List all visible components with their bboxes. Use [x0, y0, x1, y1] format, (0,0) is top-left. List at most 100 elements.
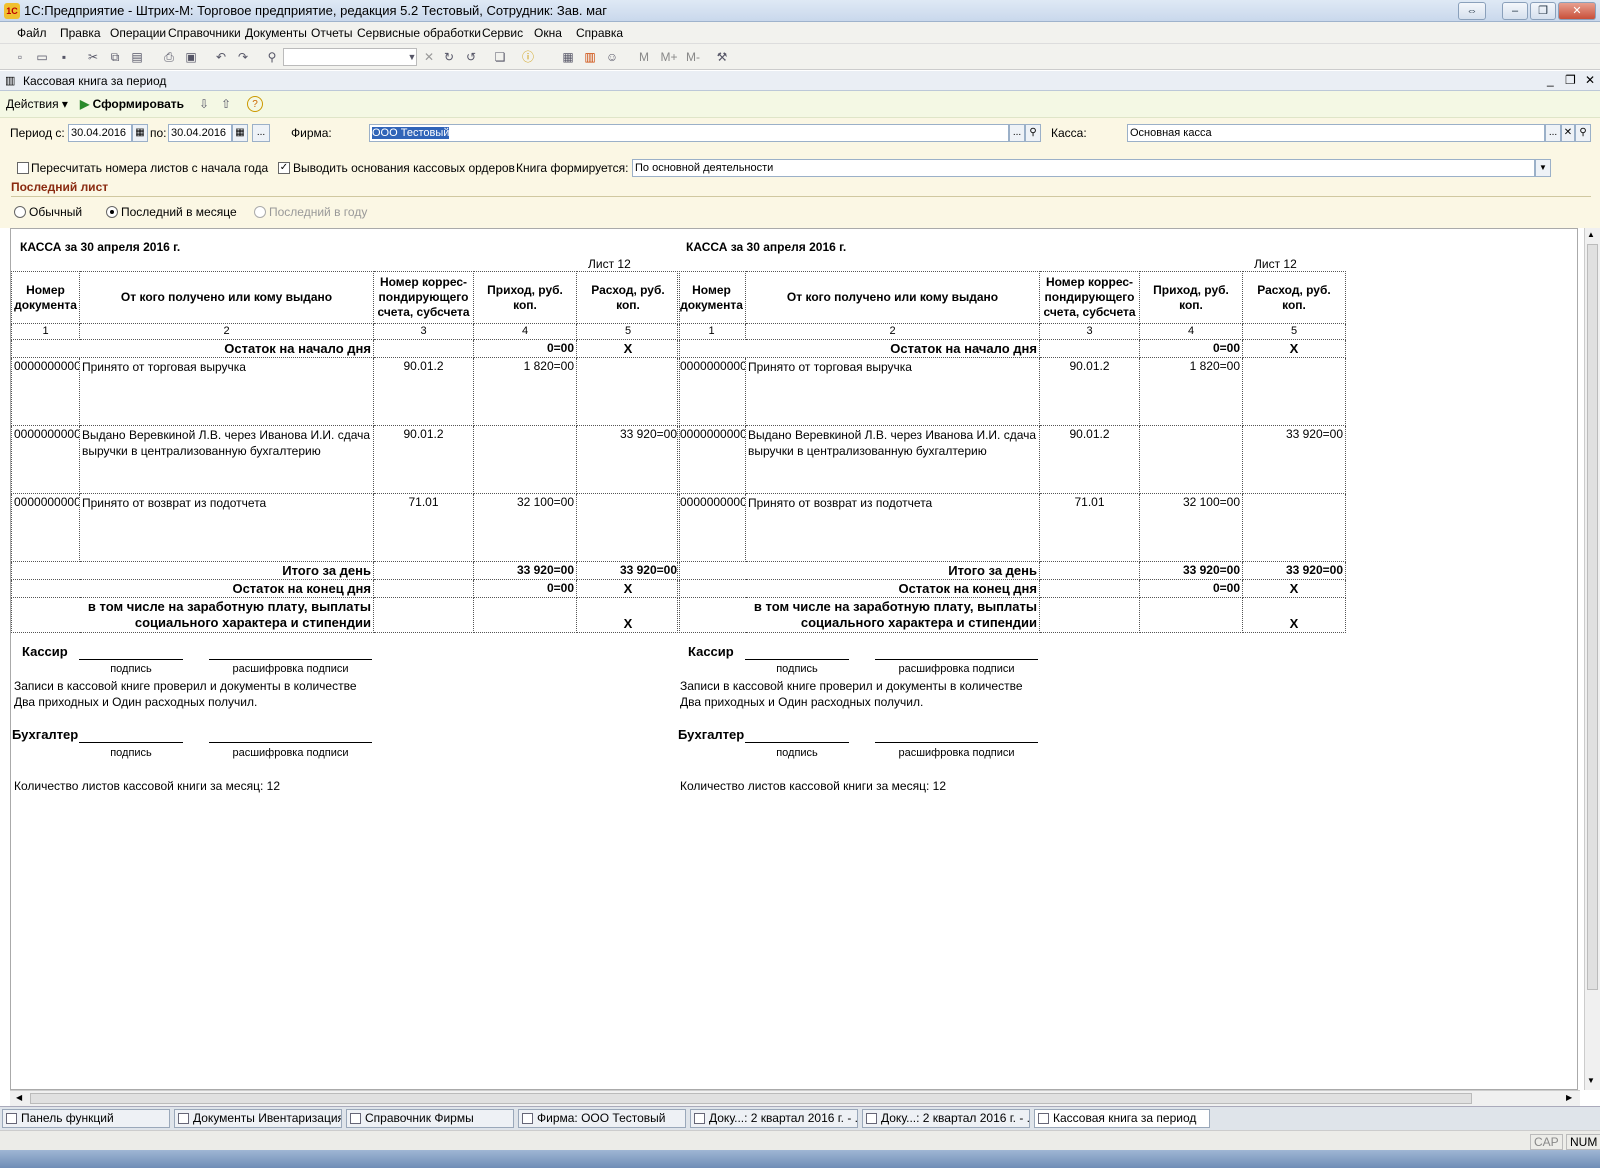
doc-number-cell: 000000000000 — [11, 357, 80, 426]
horizontal-scrollbar[interactable]: ◀ ▶ — [10, 1090, 1580, 1106]
calculator-icon[interactable]: ▦ — [560, 49, 576, 65]
search-combo-input[interactable] — [283, 48, 417, 66]
generate-button[interactable]: ▶ Сформировать — [80, 97, 184, 111]
play-icon: ▶ — [80, 97, 90, 111]
kassa-input[interactable]: Основная касса — [1127, 124, 1545, 142]
info-icon[interactable]: ⓘ — [520, 49, 536, 65]
save-icon[interactable]: ▪ — [56, 49, 72, 65]
firm-search-icon[interactable]: ⚲ — [1025, 124, 1041, 142]
radio-last-in-year[interactable] — [254, 206, 266, 218]
scroll-up-icon[interactable]: ▲ — [1587, 230, 1595, 239]
account-cell: 90.01.2 — [373, 425, 474, 494]
memory-button[interactable]: M — [636, 49, 652, 65]
chevron-down-icon[interactable]: ▼ — [404, 49, 420, 65]
kassa-search-icon[interactable]: ⚲ — [1575, 124, 1591, 142]
period-to-label: по: — [150, 126, 167, 140]
clear-icon[interactable]: ✕ — [421, 49, 437, 65]
tab-functions-panel[interactable]: Панель функций — [2, 1109, 170, 1128]
doc-number-cell: 000000000000 — [677, 425, 746, 494]
chevron-down-icon[interactable]: ▼ — [1535, 159, 1551, 177]
from-whom-cell: Выдано Веревкиной Л.В. через Иванова И.И… — [745, 425, 1040, 494]
firm-select-button[interactable]: ... — [1009, 124, 1025, 142]
catalog-icon — [350, 1113, 361, 1124]
print-preview-icon[interactable]: ▣ — [183, 49, 199, 65]
firm-input[interactable]: ООО Тестовый — [369, 124, 1009, 142]
print-icon[interactable]: ⎙ — [161, 49, 177, 65]
menu-reports[interactable]: Отчеты — [311, 26, 352, 40]
memory-minus-button[interactable]: M- — [682, 49, 704, 65]
users-icon[interactable]: ☺ — [604, 49, 620, 65]
tab-doc-quarter-1[interactable]: Доку...: 2 квартал 2016 г. - ... — [690, 1109, 858, 1128]
windows-icon[interactable]: ❏ — [492, 49, 508, 65]
expense-cell: 33 920=00 — [1242, 425, 1346, 494]
scroll-thumb[interactable] — [1587, 244, 1598, 990]
menu-operations[interactable]: Операции — [110, 26, 166, 40]
doc-restore-icon[interactable]: ❐ — [1565, 73, 1576, 87]
find-prev-icon[interactable]: ↺ — [463, 49, 479, 65]
scroll-down-icon[interactable]: ▼ — [1587, 1076, 1595, 1085]
calendar-picker-icon[interactable]: ▦ — [232, 124, 248, 142]
menu-documents[interactable]: Документы — [245, 26, 307, 40]
open-folder-icon[interactable]: ▭ — [34, 49, 50, 65]
period-select-button[interactable]: ... — [252, 124, 270, 142]
num-lock-indicator: NUM — [1566, 1134, 1600, 1150]
tab-cash-book[interactable]: Кассовая книга за период — [1034, 1109, 1210, 1128]
menu-edit[interactable]: Правка — [60, 26, 101, 40]
copy-icon[interactable]: ⧉ — [107, 49, 123, 65]
scroll-right-icon[interactable]: ▶ — [1566, 1093, 1572, 1102]
search-icon[interactable]: ⚲ — [264, 49, 280, 65]
restore-layout-icon[interactable]: ⇔ — [1458, 2, 1486, 20]
calendar-icon[interactable]: ▥ — [582, 49, 598, 65]
scroll-left-icon[interactable]: ◀ — [16, 1093, 22, 1102]
kassa-select-button[interactable]: ... — [1545, 124, 1561, 142]
radio-last-in-month[interactable] — [106, 206, 118, 218]
scroll-thumb[interactable] — [30, 1093, 1472, 1104]
new-document-icon[interactable]: ▫ — [12, 49, 28, 65]
tab-doc-quarter-2[interactable]: Доку...: 2 квартал 2016 г. - ... — [862, 1109, 1030, 1128]
renumber-checkbox[interactable] — [17, 162, 29, 174]
minimize-button[interactable]: – — [1502, 2, 1528, 20]
document-icon — [866, 1113, 877, 1124]
salary-expense: X — [576, 597, 680, 633]
doc-minimize-icon[interactable]: _ — [1547, 73, 1554, 87]
period-from-input[interactable]: 30.04.2016 — [68, 124, 132, 142]
actions-menu-button[interactable]: Действия ▾ — [6, 97, 68, 111]
radio-normal[interactable] — [14, 206, 26, 218]
tools-icon[interactable]: ⚒ — [714, 49, 730, 65]
day-total-label: Итого за день — [677, 561, 1040, 580]
menu-help[interactable]: Справка — [576, 26, 623, 40]
book-select[interactable]: По основной деятельности — [632, 159, 1535, 177]
settings-icon[interactable]: ⇧ — [218, 96, 234, 112]
tab-firms-catalog[interactable]: Справочник Фирмы — [346, 1109, 514, 1128]
salary-expense: X — [1242, 597, 1346, 633]
show-basis-checkbox[interactable]: ✓ — [278, 162, 290, 174]
table-row: 000000000000 Принято от торговая выручка… — [677, 357, 1346, 426]
maximize-button[interactable]: ❐ — [1530, 2, 1556, 20]
kassa-clear-icon[interactable]: ✕ — [1561, 124, 1575, 142]
help-icon[interactable]: ? — [247, 96, 263, 112]
menu-catalogs[interactable]: Справочники — [168, 26, 241, 40]
export-icon[interactable]: ⇩ — [196, 96, 212, 112]
menu-service-processing[interactable]: Сервисные обработки — [357, 26, 481, 40]
tab-inventory-docs[interactable]: Документы Ивентаризация — [174, 1109, 342, 1128]
cut-icon[interactable]: ✂ — [85, 49, 101, 65]
undo-icon[interactable]: ↶ — [213, 49, 229, 65]
show-basis-label: Выводить основания кассовых ордеров — [293, 161, 515, 175]
calendar-picker-icon[interactable]: ▦ — [132, 124, 148, 142]
doc-close-icon[interactable]: ✕ — [1585, 73, 1595, 87]
redo-icon[interactable]: ↷ — [235, 49, 251, 65]
memory-plus-button[interactable]: M+ — [658, 49, 680, 65]
vertical-scrollbar[interactable]: ▲ ▼ — [1584, 228, 1600, 1090]
paste-icon[interactable]: ▤ — [129, 49, 145, 65]
report-icon — [1038, 1113, 1049, 1124]
header-account: Номер коррес-пондирующего счета, субсчет… — [373, 271, 474, 324]
menu-windows[interactable]: Окна — [534, 26, 562, 40]
close-window-button[interactable]: ✕ — [1558, 2, 1596, 20]
menu-service[interactable]: Сервис — [482, 26, 523, 40]
period-to-input[interactable]: 30.04.2016 — [168, 124, 232, 142]
radio-normal-label: Обычный — [29, 205, 83, 219]
tab-firm[interactable]: Фирма: ООО Тестовый — [518, 1109, 686, 1128]
menu-file[interactable]: Файл — [17, 26, 47, 40]
find-next-icon[interactable]: ↻ — [441, 49, 457, 65]
from-whom-cell: Выдано Веревкиной Л.В. через Иванова И.И… — [79, 425, 374, 494]
